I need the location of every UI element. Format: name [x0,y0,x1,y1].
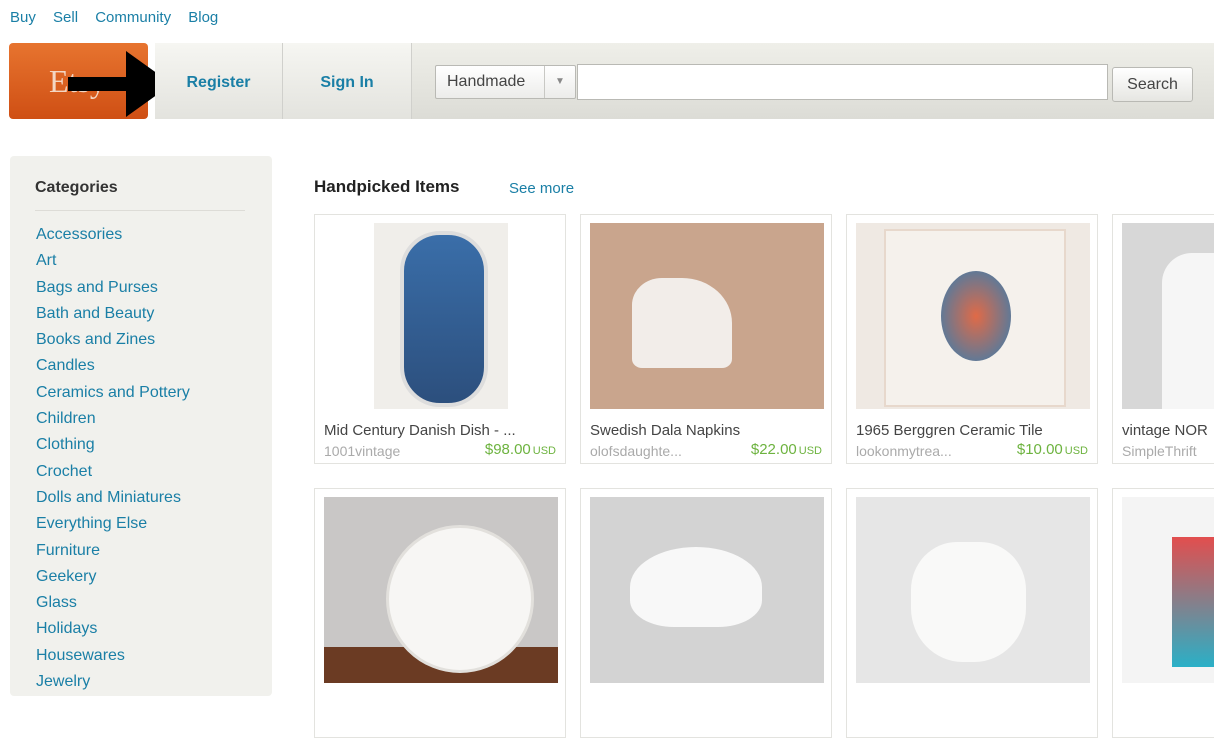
item-card[interactable] [314,488,566,738]
chevron-down-icon[interactable]: ▼ [544,66,575,98]
price-currency: USD [532,445,556,457]
category-link[interactable]: Children [36,410,190,436]
item-price: $22.00 USD [751,441,822,458]
category-select[interactable]: Handmade ▼ [435,65,576,99]
item-title[interactable]: 1965 Berggren Ceramic Tile [856,422,1043,439]
item-image[interactable] [590,223,824,409]
item-card[interactable] [580,488,832,738]
item-title[interactable]: vintage NOR [1122,422,1208,439]
search-input[interactable] [577,64,1108,100]
category-link[interactable]: Accessories [36,226,190,252]
top-nav: Buy Sell Community Blog [10,9,231,26]
item-image[interactable] [324,223,558,409]
price-currency: USD [798,445,822,457]
category-link[interactable]: Housewares [36,647,190,673]
category-link[interactable]: Ceramics and Pottery [36,384,190,410]
see-more-link[interactable]: See more [509,180,574,197]
item-price: $98.00 USD [485,441,556,458]
category-link[interactable]: Bath and Beauty [36,305,190,331]
item-image[interactable] [1122,223,1214,409]
item-card[interactable] [1112,488,1214,738]
category-link[interactable]: Furniture [36,542,190,568]
category-link[interactable]: Jewelry [36,673,190,699]
item-price: $10.00 USD [1017,441,1088,458]
category-link[interactable]: Holidays [36,620,190,646]
category-link[interactable]: Books and Zines [36,331,190,357]
category-link[interactable]: Geekery [36,568,190,594]
item-card[interactable]: Mid Century Danish Dish - ... 1001vintag… [314,214,566,464]
price-value: $10.00 [1016,441,1063,458]
category-link[interactable]: Art [36,252,190,278]
category-link[interactable]: Candles [36,357,190,383]
nav-sell-link[interactable]: Sell [53,9,78,26]
item-shop[interactable]: 1001vintage [324,443,400,459]
item-card[interactable]: Swedish Dala Napkins olofsdaughte... $22… [580,214,832,464]
section-title: Handpicked Items [314,177,460,196]
item-shop[interactable]: olofsdaughte... [590,443,682,459]
item-image[interactable] [1122,497,1214,683]
item-card[interactable]: 1965 Berggren Ceramic Tile lookonmytrea.… [846,214,1098,464]
category-list: Accessories Art Bags and Purses Bath and… [36,226,190,699]
category-link[interactable]: Glass [36,594,190,620]
categories-sidebar: Categories Accessories Art Bags and Purs… [10,156,272,696]
category-link[interactable]: Dolls and Miniatures [36,489,190,515]
item-shop[interactable]: SimpleThrift [1122,443,1197,459]
item-shop[interactable]: lookonmytrea... [856,443,952,459]
item-title[interactable]: Swedish Dala Napkins [590,422,740,439]
nav-blog-link[interactable]: Blog [188,9,218,26]
item-title[interactable]: Mid Century Danish Dish - ... [324,422,516,439]
item-image[interactable] [590,497,824,683]
sign-in-tab[interactable]: Sign In [283,43,412,119]
category-link[interactable]: Bags and Purses [36,279,190,305]
category-select-value: Handmade [447,73,526,90]
search-bar: Handmade ▼ Search [412,43,1214,119]
nav-community-link[interactable]: Community [95,9,171,26]
price-value: $98.00 [484,441,531,458]
categories-title: Categories [35,179,118,196]
header-bar: Etsy Register Sign In Handmade ▼ Search [0,43,1214,120]
item-card[interactable] [846,488,1098,738]
item-image[interactable] [856,223,1090,409]
item-image[interactable] [856,497,1090,683]
category-link[interactable]: Clothing [36,436,190,462]
divider [35,210,245,211]
price-currency: USD [1064,445,1088,457]
category-link[interactable]: Everything Else [36,515,190,541]
register-tab[interactable]: Register [155,43,283,119]
nav-buy-link[interactable]: Buy [10,9,36,26]
price-value: $22.00 [750,441,797,458]
search-button[interactable]: Search [1112,67,1193,102]
item-card[interactable]: vintage NOR SimpleThrift [1112,214,1214,464]
item-image[interactable] [324,497,558,683]
category-link[interactable]: Crochet [36,463,190,489]
